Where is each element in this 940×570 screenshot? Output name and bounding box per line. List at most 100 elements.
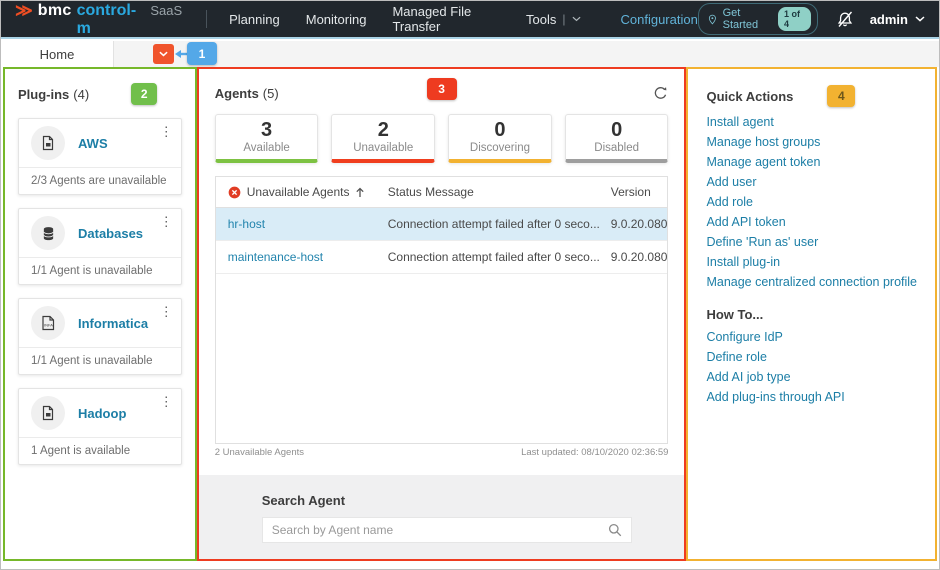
- notifications-muted-icon[interactable]: [836, 11, 854, 28]
- menu-item-managed-file-transfer[interactable]: Managed File Transfer: [392, 4, 500, 34]
- quick-actions-links: Install agent Manage host groups Manage …: [706, 117, 917, 288]
- main-menu: Planning Monitoring Managed File Transfe…: [229, 4, 698, 34]
- error-circle-icon: [228, 186, 241, 199]
- location-pin-icon: [708, 13, 717, 26]
- bmc-chevrons-icon: ≫: [15, 1, 33, 21]
- sort-ascending-icon: [355, 187, 365, 198]
- plugins-title-text: Plug-ins: [18, 87, 69, 102]
- file-icon: [31, 396, 65, 430]
- nav-divider: [206, 10, 207, 28]
- annotation-badge-3: 3: [427, 78, 457, 100]
- content-area: Plug-ins (4) 2 ⋮ AWS 2/3 Agents are unav…: [3, 67, 937, 561]
- unavailable-label: Unavailable: [332, 142, 434, 157]
- agent-search-box[interactable]: [262, 517, 632, 543]
- plugins-title: Plug-ins (4) 2: [18, 83, 182, 105]
- summary-card-disabled[interactable]: 0 Disabled: [565, 114, 669, 163]
- plugin-status: 2/3 Agents are unavailable: [19, 167, 181, 194]
- plugin-card-hadoop[interactable]: ⋮ Hadoop 1 Agent is available: [18, 388, 182, 465]
- version-cell: 9.0.20.080: [611, 250, 668, 264]
- refresh-icon[interactable]: [653, 86, 668, 101]
- app-window: ≫ bmc control-m SaaS Planning Monitoring…: [0, 0, 940, 570]
- last-updated-text: Last updated: 08/10/2020 02:36:59: [521, 447, 668, 458]
- user-menu[interactable]: admin: [870, 12, 925, 27]
- link-define-run-as-user[interactable]: Define 'Run as' user: [706, 237, 917, 248]
- username: admin: [870, 12, 908, 27]
- column-header-status-message[interactable]: Status Message: [388, 185, 611, 199]
- get-started-button[interactable]: Get Started 1 of 4: [698, 3, 818, 35]
- version-cell: 9.0.20.080: [611, 217, 668, 231]
- agents-title-text: Agents: [215, 86, 259, 101]
- link-install-agent[interactable]: Install agent: [706, 117, 917, 128]
- agents-main: 3 Agents (5) 3 Available: [199, 69, 685, 475]
- new-workspace-dropdown-button[interactable]: [153, 44, 174, 64]
- annotation-badge-1: 1: [187, 42, 217, 65]
- tools-divider: |: [562, 12, 565, 26]
- kebab-menu-icon[interactable]: ⋮: [160, 395, 173, 408]
- link-add-role[interactable]: Add role: [706, 197, 917, 208]
- menu-item-tools-label: Tools: [526, 12, 556, 27]
- kebab-menu-icon[interactable]: ⋮: [160, 125, 173, 138]
- plugin-name-link[interactable]: Informatica: [78, 316, 148, 331]
- column-header-unavailable-agents[interactable]: Unavailable Agents: [216, 185, 388, 199]
- available-count: 3: [216, 119, 318, 142]
- summary-card-unavailable[interactable]: 2 Unavailable: [331, 114, 435, 163]
- column-header-version[interactable]: Version: [611, 185, 668, 199]
- status-message-cell: Connection attempt failed after 0 seco..…: [388, 250, 611, 264]
- plugin-card-informatica[interactable]: ⋮ INFA Informatica 1/1 Agent is unavaila…: [18, 298, 182, 375]
- search-agent-label: Search Agent: [262, 493, 685, 508]
- menu-item-planning[interactable]: Planning: [229, 12, 280, 27]
- plugin-name-link[interactable]: Hadoop: [78, 406, 126, 421]
- plugin-card-header: AWS: [19, 119, 181, 167]
- plugin-name-link[interactable]: AWS: [78, 136, 108, 151]
- search-icon[interactable]: [608, 523, 622, 537]
- link-add-plug-ins-through-api[interactable]: Add plug-ins through API: [706, 392, 917, 403]
- how-to-links: Configure IdP Define role Add AI job typ…: [706, 332, 917, 403]
- link-add-api-token[interactable]: Add API token: [706, 217, 917, 228]
- plugins-panel: Plug-ins (4) 2 ⋮ AWS 2/3 Agents are unav…: [3, 67, 197, 561]
- table-row[interactable]: maintenance-host Connection attempt fail…: [216, 241, 668, 274]
- table-row[interactable]: hr-host Connection attempt failed after …: [216, 208, 668, 241]
- kebab-menu-icon[interactable]: ⋮: [160, 215, 173, 228]
- agents-panel: 3 Agents (5) 3 Available: [197, 67, 687, 561]
- plugin-card-aws[interactable]: ⋮ AWS 2/3 Agents are unavailable: [18, 118, 182, 195]
- file-icon: [31, 126, 65, 160]
- menu-item-configuration[interactable]: Configuration: [621, 12, 698, 27]
- plugin-card-databases[interactable]: ⋮ Databases 1/1 Agent is unavailable: [18, 208, 182, 285]
- agent-search-section: Search Agent: [199, 475, 685, 559]
- top-navbar: ≫ bmc control-m SaaS Planning Monitoring…: [1, 1, 939, 39]
- agents-title: Agents (5): [215, 86, 279, 101]
- plugin-card-header: Databases: [19, 209, 181, 257]
- get-started-progress-badge: 1 of 4: [778, 7, 811, 31]
- unavailable-count: 2: [332, 119, 434, 142]
- link-add-ai-job-type[interactable]: Add AI job type: [706, 372, 917, 383]
- link-manage-centralized-connection-profile[interactable]: Manage centralized connection profile: [706, 277, 917, 288]
- plugin-name-link[interactable]: Databases: [78, 226, 143, 241]
- how-to-title: How To...: [706, 307, 917, 322]
- plugin-status: 1 Agent is available: [19, 437, 181, 464]
- summary-card-discovering[interactable]: 0 Discovering: [448, 114, 552, 163]
- menu-item-tools[interactable]: Tools |: [526, 12, 580, 27]
- chevron-down-icon: [915, 16, 925, 22]
- table-footer: 2 Unavailable Agents Last updated: 08/10…: [215, 447, 669, 458]
- agent-name-link[interactable]: maintenance-host: [228, 250, 323, 264]
- link-install-plug-in[interactable]: Install plug-in: [706, 257, 917, 268]
- summary-card-available[interactable]: 3 Available: [215, 114, 319, 163]
- link-configure-idp[interactable]: Configure IdP: [706, 332, 917, 343]
- workspace-tabbar: Home 1: [1, 41, 939, 67]
- tab-home[interactable]: Home: [1, 41, 114, 67]
- quick-actions-panel: Quick Actions 4 Install agent Manage hos…: [686, 67, 937, 561]
- agent-summary-cards: 3 Available 2 Unavailable 0 Discovering …: [215, 114, 669, 163]
- annotation-badge-4: 4: [827, 85, 855, 107]
- menu-item-monitoring[interactable]: Monitoring: [306, 12, 367, 27]
- unavailable-agents-table: Unavailable Agents Status Message Versio…: [215, 176, 669, 444]
- agents-count: (5): [263, 86, 279, 101]
- kebab-menu-icon[interactable]: ⋮: [160, 305, 173, 318]
- link-manage-host-groups[interactable]: Manage host groups: [706, 137, 917, 148]
- agent-search-input[interactable]: [272, 523, 608, 537]
- link-define-role[interactable]: Define role: [706, 352, 917, 363]
- table-header-row[interactable]: Unavailable Agents Status Message Versio…: [216, 177, 668, 208]
- link-manage-agent-token[interactable]: Manage agent token: [706, 157, 917, 168]
- link-add-user[interactable]: Add user: [706, 177, 917, 188]
- agent-name-link[interactable]: hr-host: [228, 217, 265, 231]
- quick-actions-title-text: Quick Actions: [706, 89, 793, 104]
